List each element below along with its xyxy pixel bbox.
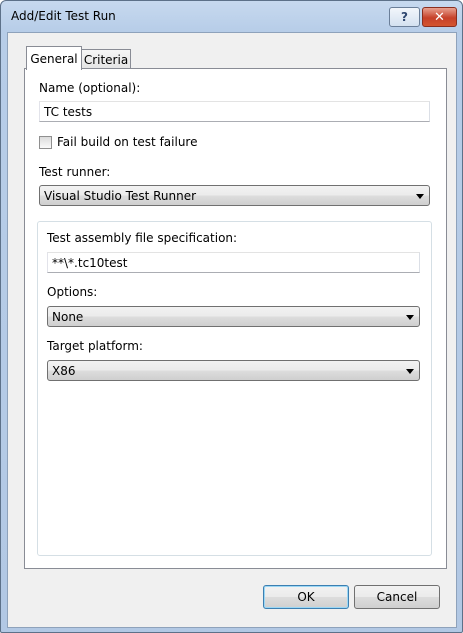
dialog-window: Add/Edit Test Run ? ✕ General Criteria N… xyxy=(0,0,463,633)
target-platform-dropdown[interactable]: X86 xyxy=(47,360,420,381)
name-label: Name (optional): xyxy=(39,81,141,95)
fail-build-checkbox[interactable]: Fail build on test failure xyxy=(39,135,197,149)
tab-general[interactable]: General xyxy=(26,46,82,70)
cancel-button[interactable]: Cancel xyxy=(354,585,440,609)
fail-build-label: Fail build on test failure xyxy=(57,135,198,149)
options-dropdown[interactable]: None xyxy=(47,306,420,327)
chevron-down-icon xyxy=(406,315,414,320)
assembly-spec-input[interactable]: **\*.tc10test xyxy=(47,252,420,273)
tab-label: Criteria xyxy=(83,53,129,67)
name-input-value: TC tests xyxy=(44,104,93,119)
target-platform-label: Target platform: xyxy=(47,339,143,353)
tab-label: General xyxy=(30,51,78,66)
tab-criteria[interactable]: Criteria xyxy=(81,49,131,70)
close-icon: ✕ xyxy=(434,9,445,25)
chevron-down-icon xyxy=(406,369,414,374)
ok-button[interactable]: OK xyxy=(263,585,349,609)
target-platform-value: X86 xyxy=(52,363,76,378)
chevron-down-icon xyxy=(416,194,424,199)
runner-settings-group: Test assembly file specification: **\*.t… xyxy=(37,221,432,556)
help-icon: ? xyxy=(401,10,408,24)
name-input[interactable]: TC tests xyxy=(39,101,430,122)
dialog-client-area: General Criteria Name (optional): TC tes… xyxy=(7,32,457,628)
close-button[interactable]: ✕ xyxy=(422,7,457,27)
options-value: None xyxy=(52,309,84,324)
options-label: Options: xyxy=(47,285,98,299)
general-tab-panel: Name (optional): TC tests Fail build on … xyxy=(24,68,447,569)
help-button[interactable]: ? xyxy=(389,7,420,27)
checkbox-box[interactable] xyxy=(39,135,52,149)
test-runner-value: Visual Studio Test Runner xyxy=(44,188,197,203)
window-title: Add/Edit Test Run xyxy=(11,9,116,23)
assembly-spec-label: Test assembly file specification: xyxy=(47,231,238,245)
test-runner-dropdown[interactable]: Visual Studio Test Runner xyxy=(39,185,430,206)
test-runner-label: Test runner: xyxy=(39,165,111,179)
assembly-spec-value: **\*.tc10test xyxy=(52,255,128,270)
ok-button-label: OK xyxy=(297,590,315,604)
cancel-button-label: Cancel xyxy=(376,590,418,604)
title-bar[interactable]: Add/Edit Test Run ? ✕ xyxy=(1,1,462,31)
